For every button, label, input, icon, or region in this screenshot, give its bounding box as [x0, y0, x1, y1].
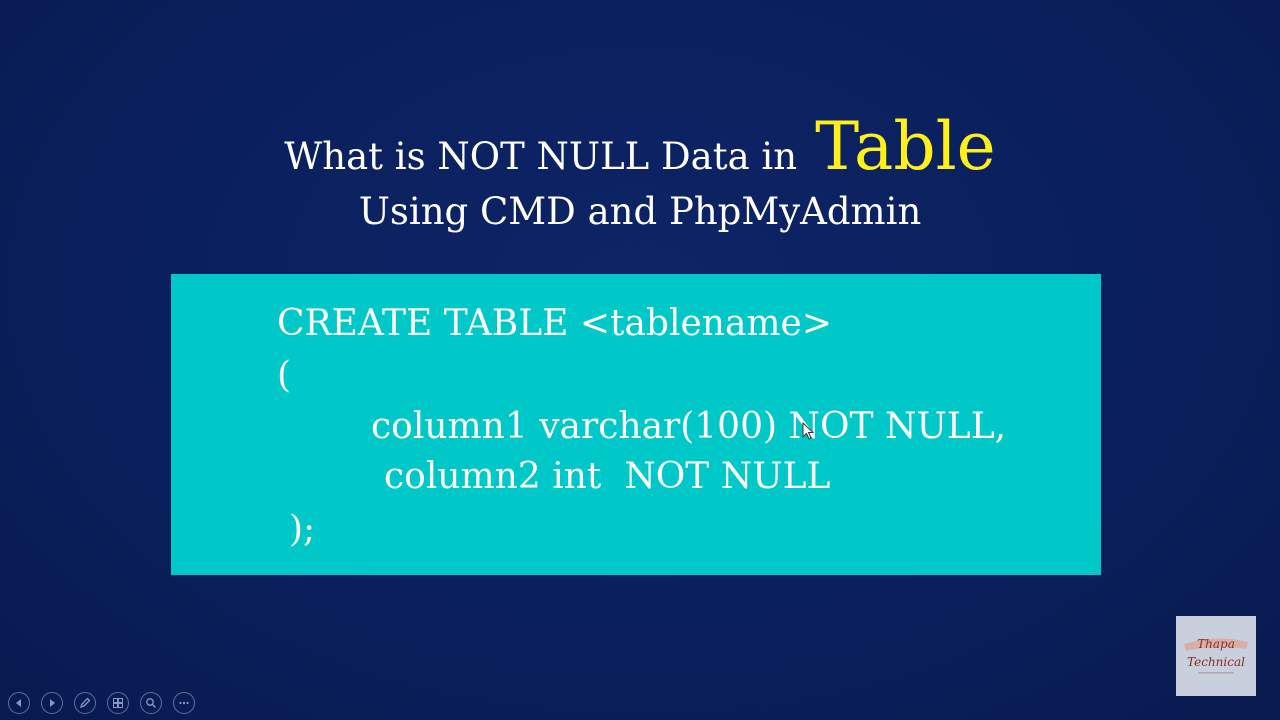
code-line: CREATE TABLE <tablename> [277, 303, 833, 344]
channel-logo: Thapa Technical [1176, 616, 1256, 696]
pen-icon [79, 697, 91, 709]
slide-title-line1: What is NOT NULL Data in Table [0, 108, 1280, 185]
zoom-icon [146, 698, 157, 709]
logo-text-line2: Technical [1187, 655, 1245, 669]
previous-slide-button[interactable] [8, 692, 30, 714]
next-icon [50, 699, 55, 707]
code-line: column2 int NOT NULL [384, 456, 831, 497]
more-options-button[interactable] [173, 692, 195, 714]
title-accent-word: Table [815, 108, 996, 185]
slideshow-toolbar [8, 692, 195, 716]
code-line: ( [277, 355, 292, 396]
presentation-slide: What is NOT NULL Data in Table Using CMD … [0, 0, 1280, 720]
slide-subtitle: Using CMD and PhpMyAdmin [358, 190, 922, 233]
code-block: CREATE TABLE <tablename> ( column1 varch… [171, 274, 1101, 575]
zoom-button[interactable] [140, 692, 162, 714]
previous-icon [16, 699, 21, 707]
next-slide-button[interactable] [41, 692, 63, 714]
see-all-slides-button[interactable] [107, 692, 129, 714]
code-line: column1 varchar(100) NOT NULL, [371, 406, 1007, 447]
more-icon [179, 701, 189, 705]
code-line: ); [289, 509, 316, 550]
slides-icon [113, 698, 123, 708]
pen-button[interactable] [74, 692, 96, 714]
title-main-text: What is NOT NULL Data in [284, 135, 798, 178]
logo-text-line1: Thapa [1197, 637, 1235, 651]
